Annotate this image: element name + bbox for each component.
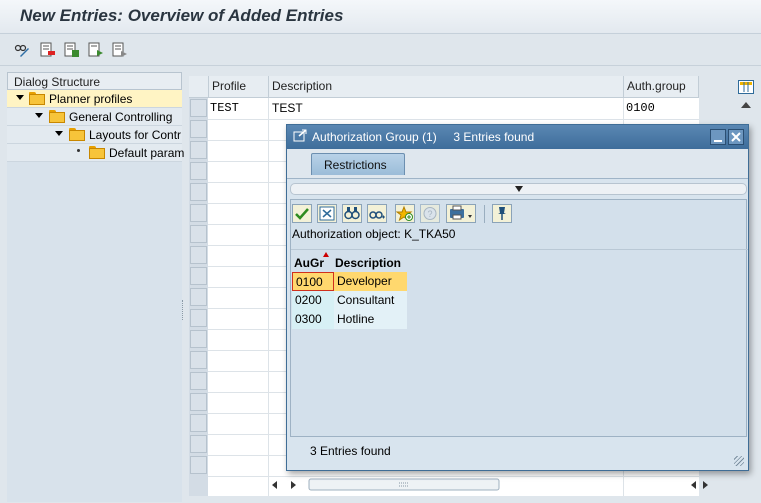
page-title: New Entries: Overview of Added Entries	[20, 6, 344, 25]
row-selector[interactable]	[190, 162, 207, 180]
svg-text:?: ?	[427, 209, 432, 219]
dialog-structure-pane: Dialog Structure Planner profiles Genera…	[7, 72, 185, 502]
pane-splitter[interactable]	[182, 300, 185, 320]
expand-down-icon[interactable]	[515, 186, 523, 192]
result-description[interactable]: Hotline	[334, 310, 407, 329]
row-selector[interactable]	[190, 351, 207, 369]
dialog-status-bar: 3 Entries found	[290, 437, 747, 469]
row-selector[interactable]	[190, 183, 207, 201]
title-bar: New Entries: Overview of Added Entries	[0, 0, 761, 34]
expand-arrow-icon[interactable]	[16, 95, 24, 100]
display-change-icon[interactable]	[14, 42, 30, 58]
row-selector[interactable]	[190, 309, 207, 327]
find-icon[interactable]	[342, 204, 362, 223]
column-header-description[interactable]: Description	[335, 256, 401, 270]
result-description[interactable]: Consultant	[334, 291, 407, 310]
cancel-icon[interactable]	[317, 204, 337, 223]
dialog-tab-bar: Restrictions	[287, 149, 748, 179]
application-toolbar	[0, 34, 761, 66]
select-block-icon[interactable]	[40, 42, 56, 58]
dialog-title: Authorization Group (1) 3 Entries found	[312, 130, 535, 144]
tab-restrictions[interactable]: Restrictions	[311, 153, 405, 175]
dialog-title-bar[interactable]: Authorization Group (1) 3 Entries found	[287, 125, 748, 149]
resize-grip-icon[interactable]	[734, 456, 744, 466]
result-description[interactable]: Developer	[334, 272, 407, 291]
row-selector[interactable]	[190, 414, 207, 432]
status-text: 3 Entries found	[310, 444, 391, 458]
folder-icon	[29, 92, 45, 105]
restrictions-collapse-bar[interactable]	[290, 183, 747, 195]
column-header-auth-group[interactable]: Auth.group	[627, 79, 686, 93]
confirm-icon[interactable]	[292, 204, 312, 223]
previous-entry-icon[interactable]	[88, 42, 104, 58]
leaf-dot-icon	[77, 149, 80, 152]
dialog-window-icon	[293, 129, 307, 146]
tree-item-default-param[interactable]: Default param	[7, 144, 185, 162]
row-selector[interactable]	[190, 393, 207, 411]
cell-auth-group[interactable]: 0100	[626, 101, 655, 115]
cell-description[interactable]: TEST	[272, 101, 303, 115]
expand-arrow-icon[interactable]	[55, 131, 63, 136]
cell-profile[interactable]: TEST	[210, 101, 239, 115]
row-selector[interactable]	[190, 99, 207, 117]
dialog-toolbar: ?	[291, 202, 748, 224]
column-settings-icon[interactable]	[738, 80, 754, 94]
tree-item-general-controlling[interactable]: General Controlling	[7, 108, 182, 126]
scroll-up-icon[interactable]	[741, 102, 751, 108]
column-header-augr[interactable]: AuGr	[294, 256, 324, 270]
result-code[interactable]: 0200	[292, 291, 334, 310]
authorization-group-dialog: Authorization Group (1) 3 Entries found …	[286, 124, 749, 471]
row-selector[interactable]	[190, 225, 207, 243]
folder-icon	[49, 110, 65, 123]
result-row[interactable]: 0200 Consultant	[292, 291, 407, 310]
row-selector[interactable]	[190, 372, 207, 390]
result-code[interactable]: 0100	[292, 272, 334, 291]
tree-item-label: Default param	[109, 146, 185, 160]
close-icon[interactable]	[728, 129, 744, 145]
next-entry-icon[interactable]	[112, 42, 128, 58]
column-header-description[interactable]: Description	[272, 79, 332, 93]
results-area: ? Authorization object: K_TKA50 AuGr Des…	[290, 199, 748, 437]
row-selector[interactable]	[190, 141, 207, 159]
row-selector[interactable]	[190, 435, 207, 453]
row-selector[interactable]	[190, 204, 207, 222]
table-header: Profile Description Auth.group	[189, 76, 699, 98]
dialog-structure-header: Dialog Structure	[7, 72, 182, 90]
row-selector[interactable]	[190, 288, 207, 306]
print-icon[interactable]	[446, 204, 476, 223]
find-next-icon[interactable]	[367, 204, 387, 223]
row-selector-column	[189, 98, 208, 496]
column-header-profile[interactable]: Profile	[212, 79, 246, 93]
information-icon[interactable]: ?	[420, 204, 440, 223]
row-selector[interactable]	[190, 120, 207, 138]
details-icon[interactable]	[64, 42, 80, 58]
result-row[interactable]: 0300 Hotline	[292, 310, 407, 329]
folder-icon	[89, 146, 105, 159]
row-selector[interactable]	[190, 267, 207, 285]
row-selector[interactable]	[190, 456, 207, 474]
authorization-object-label: Authorization object: K_TKA50	[292, 227, 456, 241]
sort-ascending-icon	[323, 252, 329, 257]
result-row[interactable]: 0100 Developer	[292, 272, 407, 291]
minimize-icon[interactable]	[710, 129, 726, 145]
row-selector[interactable]	[190, 246, 207, 264]
expand-arrow-icon[interactable]	[35, 113, 43, 118]
row-selector[interactable]	[190, 330, 207, 348]
result-code[interactable]: 0300	[292, 310, 334, 329]
tree-item-label: Planner profiles	[49, 92, 133, 106]
favorites-add-icon[interactable]	[395, 204, 415, 223]
horizontal-scrollbar[interactable]	[269, 477, 709, 493]
tree-item-layouts[interactable]: Layouts for Contr	[7, 126, 182, 144]
tree-item-label: General Controlling	[69, 110, 173, 124]
pin-icon[interactable]	[492, 204, 512, 223]
folder-icon	[69, 128, 85, 141]
tree-item-planner-profiles[interactable]: Planner profiles	[7, 90, 182, 108]
tree-item-label: Layouts for Contr	[89, 128, 182, 142]
